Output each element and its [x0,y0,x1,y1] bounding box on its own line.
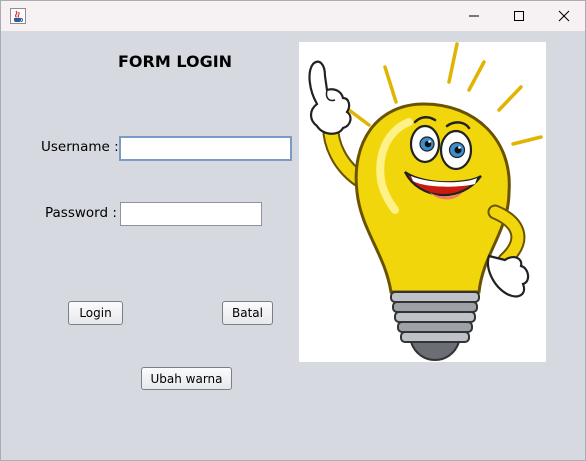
minimize-button[interactable] [453,1,495,31]
form-panel: FORM LOGIN Username : Password : Login B… [1,31,585,460]
password-label: Password : [45,205,117,221]
maximize-button[interactable] [498,1,540,31]
username-field[interactable] [119,136,292,161]
username-label: Username : [41,139,119,155]
form-title: FORM LOGIN [118,52,233,71]
change-color-button[interactable]: Ubah warna [141,367,232,390]
close-icon [558,7,570,26]
cancel-button[interactable]: Batal [222,301,273,325]
java-cup-icon [10,8,26,24]
minimize-icon [468,7,480,26]
maximize-icon [513,7,525,26]
login-button[interactable]: Login [68,301,123,325]
login-window: FORM LOGIN Username : Password : Login B… [0,0,586,461]
lightbulb-image [299,42,546,362]
title-bar[interactable] [1,1,585,31]
password-field[interactable] [120,202,262,226]
lightbulb-illustration [308,42,543,362]
close-button[interactable] [543,1,585,31]
